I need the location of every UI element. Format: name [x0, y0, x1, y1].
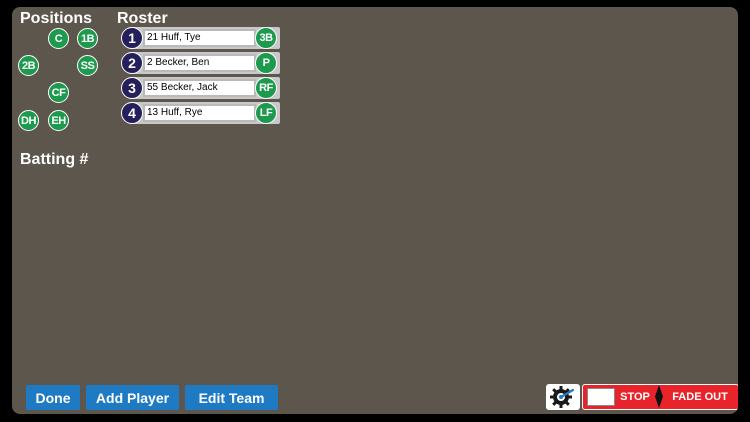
gear-icon — [550, 386, 575, 408]
volume-indicator[interactable] — [587, 388, 615, 406]
player-name-field[interactable]: 2 Becker, Ben — [143, 54, 256, 72]
divider-icon — [655, 385, 663, 408]
audio-settings-button[interactable] — [546, 384, 580, 410]
player-name-field[interactable]: 13 Huff, Rye — [143, 104, 256, 122]
batting-heading: Batting # — [20, 151, 89, 168]
position-badge-eh[interactable]: EH — [48, 110, 69, 131]
positions-heading: Positions — [20, 10, 93, 27]
position-badge-c[interactable]: C — [48, 28, 69, 49]
position-badge-2b[interactable]: 2B — [18, 55, 39, 76]
audio-control-bar: STOP FADE OUT — [582, 384, 738, 410]
position-badge-ss[interactable]: SS — [77, 55, 98, 76]
player-position-badge[interactable]: P — [255, 52, 277, 74]
fade-out-button[interactable]: FADE OUT — [665, 385, 735, 408]
main-panel: Positions Roster Batting # C 1B 2B SS CF… — [12, 7, 738, 414]
player-position-badge[interactable]: RF — [255, 77, 277, 99]
done-button[interactable]: Done — [26, 385, 80, 410]
batting-order-badge[interactable]: 1 — [121, 27, 143, 49]
batting-order-badge[interactable]: 4 — [121, 102, 143, 124]
position-badge-1b[interactable]: 1B — [77, 28, 98, 49]
position-badge-dh[interactable]: DH — [18, 110, 39, 131]
player-name-field[interactable]: 21 Huff, Tye — [143, 29, 256, 47]
stop-button[interactable]: STOP — [617, 385, 653, 408]
position-badge-cf[interactable]: CF — [48, 82, 69, 103]
player-position-badge[interactable]: 3B — [255, 27, 277, 49]
batting-order-badge[interactable]: 2 — [121, 52, 143, 74]
edit-team-button[interactable]: Edit Team — [185, 385, 278, 410]
roster-heading: Roster — [117, 10, 168, 27]
player-position-badge[interactable]: LF — [255, 102, 277, 124]
batting-order-badge[interactable]: 3 — [121, 77, 143, 99]
player-name-field[interactable]: 55 Becker, Jack — [143, 79, 256, 97]
add-player-button[interactable]: Add Player — [86, 385, 179, 410]
